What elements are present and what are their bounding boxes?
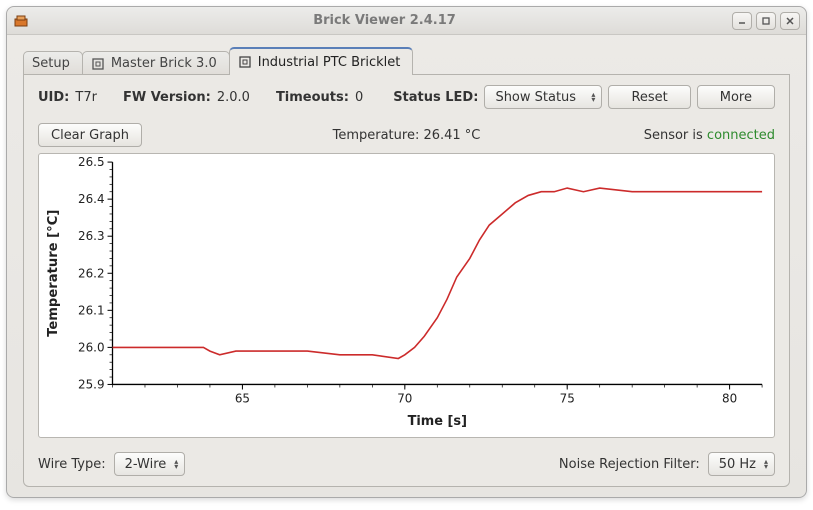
- status-row: Clear Graph Temperature: 26.41 °C Sensor…: [38, 123, 775, 147]
- chart-svg: 25.9 26.0 26.1 26.2 26.3 26.4 26.5 65 70 75 80 Time…: [39, 154, 774, 437]
- clear-graph-button[interactable]: Clear Graph: [38, 123, 142, 147]
- svg-text:75: 75: [560, 392, 575, 406]
- chart: 25.9 26.0 26.1 26.2 26.3 26.4 26.5 65 70 75 80 Time…: [38, 153, 775, 438]
- window-title: Brick Viewer 2.4.17: [37, 13, 732, 28]
- reset-button[interactable]: Reset: [608, 85, 690, 109]
- select-value: 2-Wire: [125, 457, 167, 472]
- chevron-updown-icon: ▴▾: [591, 92, 595, 102]
- svg-text:65: 65: [235, 392, 250, 406]
- chevron-updown-icon: ▴▾: [174, 459, 178, 469]
- select-value: 50 Hz: [719, 457, 756, 472]
- svg-text:26.4: 26.4: [78, 192, 105, 206]
- svg-text:Temperature [°C]: Temperature [°C]: [46, 210, 61, 337]
- window-buttons: [732, 12, 800, 30]
- tab-panel: UID: T7r FW Version: 2.0.0 Timeouts: 0 S…: [23, 74, 790, 487]
- svg-text:25.9: 25.9: [78, 377, 105, 391]
- bricklet-icon: [238, 55, 252, 69]
- wire-type-select[interactable]: 2-Wire ▴▾: [114, 452, 186, 476]
- button-label: More: [720, 90, 752, 105]
- noise-filter-label: Noise Rejection Filter:: [559, 457, 700, 472]
- content-area: Setup Master Brick 3.0 Industrial PTC Br…: [7, 35, 806, 497]
- app-window: Brick Viewer 2.4.17 Setup Master Brick 3…: [6, 6, 807, 498]
- tab-bar: Setup Master Brick 3.0 Industrial PTC Br…: [23, 47, 790, 75]
- tab-label: Industrial PTC Bricklet: [258, 55, 401, 70]
- tab-label: Master Brick 3.0: [111, 56, 217, 71]
- sensor-status: Sensor is connected: [644, 128, 775, 143]
- tab-setup[interactable]: Setup: [23, 51, 83, 75]
- sensor-state: connected: [707, 128, 775, 143]
- maximize-button[interactable]: [756, 12, 776, 30]
- chevron-updown-icon: ▴▾: [764, 459, 768, 469]
- tab-master-brick[interactable]: Master Brick 3.0: [82, 51, 230, 75]
- bottom-row: Wire Type: 2-Wire ▴▾ Noise Rejection Fil…: [38, 452, 775, 476]
- svg-text:80: 80: [722, 392, 737, 406]
- svg-text:26.5: 26.5: [78, 155, 105, 169]
- brick-icon: [91, 57, 105, 71]
- status-led-select[interactable]: Show Status ▴▾: [484, 85, 602, 109]
- tab-label: Setup: [32, 56, 70, 71]
- select-value: Show Status: [495, 90, 576, 105]
- timeouts-value: 0: [355, 90, 363, 105]
- info-row: UID: T7r FW Version: 2.0.0 Timeouts: 0 S…: [38, 85, 775, 109]
- status-led-label: Status LED:: [393, 90, 478, 105]
- fw-value: 2.0.0: [217, 90, 250, 105]
- svg-text:26.3: 26.3: [78, 229, 105, 243]
- svg-text:70: 70: [397, 392, 412, 406]
- svg-text:Time [s]: Time [s]: [408, 414, 467, 429]
- noise-filter-select[interactable]: 50 Hz ▴▾: [708, 452, 775, 476]
- svg-text:26.2: 26.2: [78, 266, 105, 280]
- timeouts-label: Timeouts:: [276, 90, 349, 105]
- uid-value: T7r: [75, 90, 97, 105]
- svg-text:26.1: 26.1: [78, 303, 105, 317]
- uid-label: UID:: [38, 90, 69, 105]
- tab-industrial-ptc[interactable]: Industrial PTC Bricklet: [229, 47, 414, 75]
- wire-type-label: Wire Type:: [38, 457, 106, 472]
- app-icon: [13, 13, 29, 29]
- button-label: Reset: [631, 90, 667, 105]
- fw-label: FW Version:: [123, 90, 211, 105]
- more-button[interactable]: More: [697, 85, 775, 109]
- button-label: Clear Graph: [51, 128, 129, 143]
- minimize-button[interactable]: [732, 12, 752, 30]
- titlebar: Brick Viewer 2.4.17: [7, 7, 806, 35]
- svg-text:26.0: 26.0: [78, 340, 105, 354]
- close-button[interactable]: [780, 12, 800, 30]
